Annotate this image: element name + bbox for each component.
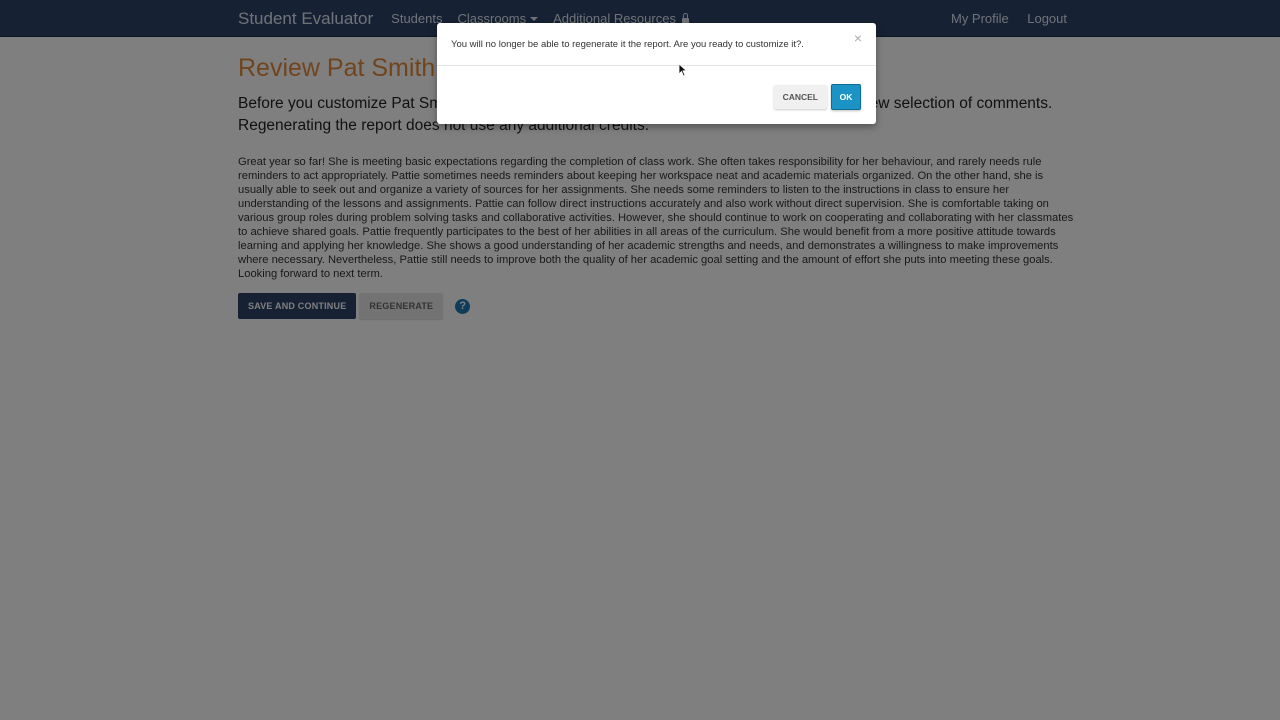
confirm-dialog: You will no longer be able to regenerate… [437,23,876,124]
mouse-cursor-icon [678,63,688,77]
dialog-header: You will no longer be able to regenerate… [437,23,876,66]
ok-button[interactable]: OK [831,84,861,110]
cancel-button[interactable]: CANCEL [773,85,827,109]
close-icon[interactable]: × [854,31,862,45]
dialog-message: You will no longer be able to regenerate… [451,39,804,50]
dialog-footer: CANCEL OK [773,84,861,110]
